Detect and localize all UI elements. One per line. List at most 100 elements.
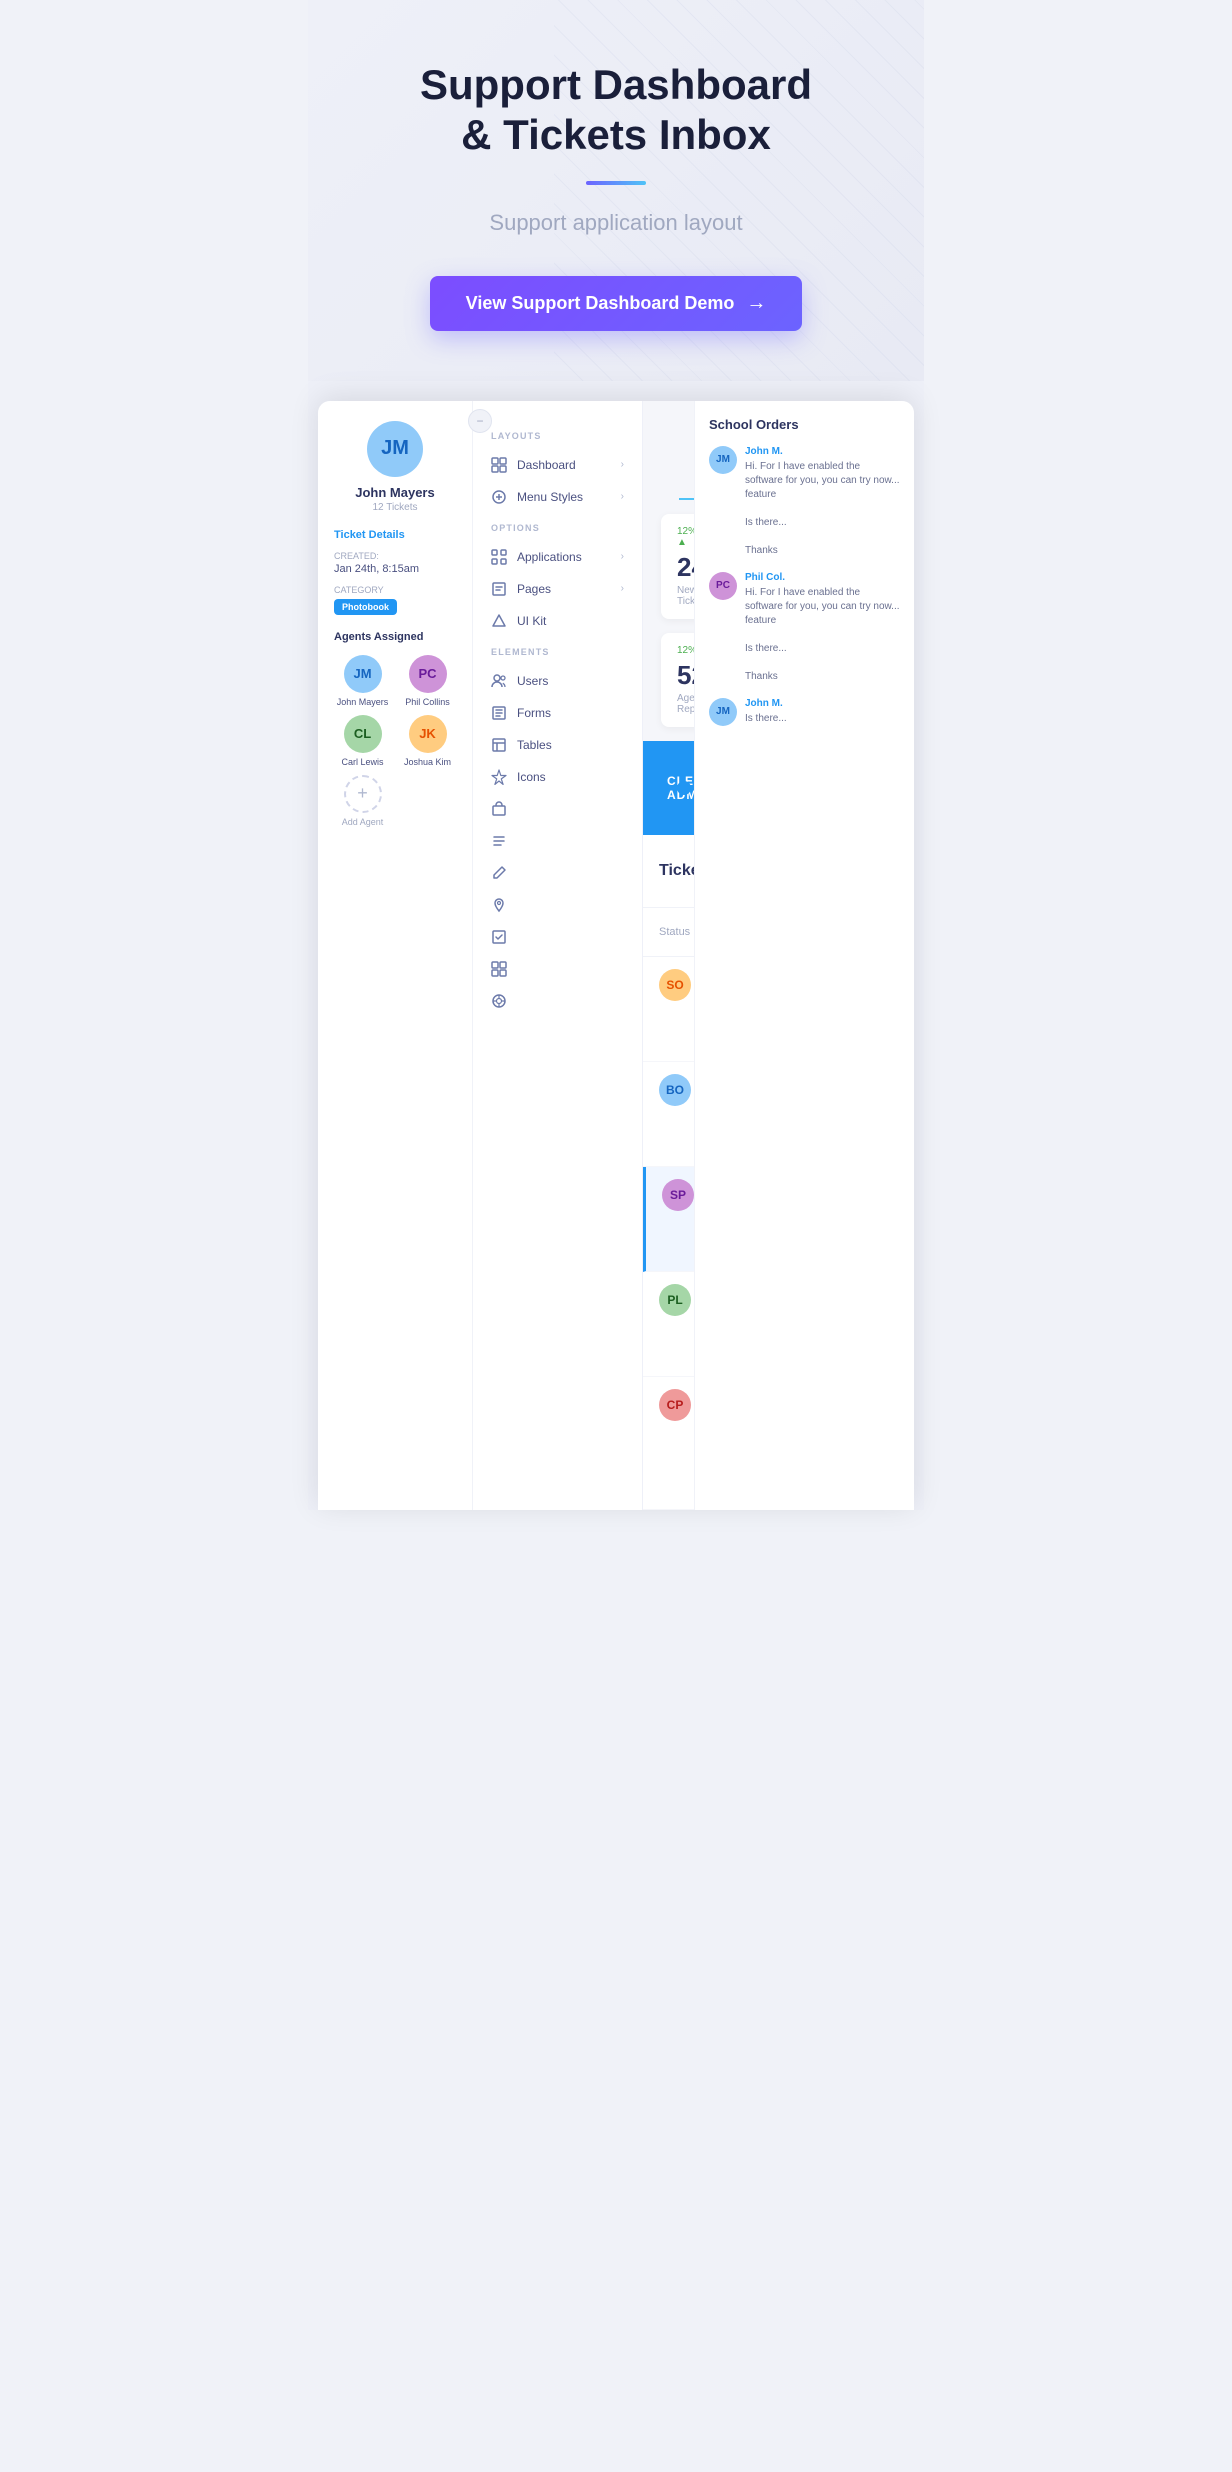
chat-message-0: JM John M. Hi. For I have enabled the so…	[709, 446, 900, 558]
pages-icon	[491, 581, 507, 597]
tickets-panel: CLEAN ADMIN + Mail Sender Product New Ti…	[643, 741, 694, 1510]
sidebar-item-menu-styles[interactable]: Menu Styles ›	[473, 481, 642, 513]
box-icon	[491, 801, 507, 817]
chat-sender-0: John M.	[745, 446, 900, 457]
sidebar-item-extra5[interactable]	[473, 921, 642, 953]
sidebar-item-extra6[interactable]	[473, 953, 642, 985]
sidebar-item-extra1[interactable]	[473, 793, 642, 825]
hero-arrow-icon: →	[746, 292, 766, 315]
sidebar-item-icons[interactable]: Icons	[473, 761, 642, 793]
sidebar-item-users[interactable]: Users	[473, 665, 642, 697]
sidebar-item-applications[interactable]: Applications ›	[473, 541, 642, 573]
hero-title: Support Dashboard & Tickets Inbox	[348, 60, 884, 161]
icons-sidebar-icon	[491, 769, 507, 785]
agent-name-john: John Mayers	[337, 697, 389, 707]
new-tickets-number: 24	[677, 552, 694, 583]
detail-panel: − JM John Mayers 12 Tickets Ticket Detai…	[318, 401, 473, 1510]
sidebar-item-dashboard[interactable]: Dashboard ›	[473, 449, 642, 481]
agent-name-carl: Carl Lewis	[341, 757, 383, 767]
created-label: Created:	[334, 551, 456, 561]
ticket-item-1[interactable]: BO Cafe Bug on package opening I have en…	[643, 1062, 694, 1167]
sidebar-item-ui-kit[interactable]: UI Kit	[473, 605, 642, 637]
location-icon	[491, 897, 507, 913]
applications-icon	[491, 549, 507, 565]
sidebar-forms-label: Forms	[517, 706, 551, 720]
add-agent-label: Add Agent	[342, 817, 384, 827]
chat-sender-2: John M.	[745, 698, 900, 709]
agents-section-title: Agents Assigned	[334, 631, 456, 643]
dashboard-header-wrap: Support Service Dashboard	[643, 401, 694, 500]
ticket-avatar-1: BO	[659, 1074, 691, 1106]
list-icon	[491, 833, 507, 849]
sidebar-tables-label: Tables	[517, 738, 552, 752]
hero-subtitle: Support application layout	[348, 210, 884, 236]
agent-item-carl[interactable]: CL Carl Lewis	[334, 715, 391, 767]
sidebar-applications-label: Applications	[517, 550, 582, 564]
pages-chevron: ›	[621, 583, 624, 594]
dashboard-preview-section: − JM John Mayers 12 Tickets Ticket Detai…	[308, 381, 924, 1510]
tables-icon	[491, 737, 507, 753]
ticket-item-3[interactable]: PL Shopping Portfolio layout broken, hel…	[643, 1272, 694, 1377]
category-label: Category	[334, 585, 456, 595]
agent-name-joshua: Joshua Kim	[404, 757, 451, 767]
chat-avatar-1: PC	[709, 572, 737, 600]
sidebar-item-extra4[interactable]	[473, 889, 642, 921]
sidebar: LAYOUTS Dashboard › Menu Styles ›	[473, 401, 643, 1510]
new-tickets-change: 12% ▲	[677, 526, 694, 548]
dashboard-header-title: Support Service Dashboard	[679, 429, 694, 500]
preview-window: − JM John Mayers 12 Tickets Ticket Detai…	[318, 401, 914, 1510]
add-agent-button[interactable]: + Add Agent	[334, 775, 391, 827]
sidebar-item-extra2[interactable]	[473, 825, 642, 857]
hero-section: Support Dashboard & Tickets Inbox Suppor…	[308, 0, 924, 381]
sidebar-item-forms[interactable]: Forms	[473, 697, 642, 729]
chat-text-2: Is there...	[745, 712, 900, 726]
ticket-item-2[interactable]: SP Restaurants Settings page is not work…	[643, 1167, 694, 1272]
sidebar-dashboard-label: Dashboard	[517, 458, 576, 472]
ticket-avatar-2: SP	[662, 1179, 694, 1211]
sidebar-icons-label: Icons	[517, 770, 546, 784]
grid-icon	[491, 961, 507, 977]
stat-new-tickets: 12% ▲ 24 New Tickets	[661, 514, 694, 619]
agent-avatar-joshua: JK	[409, 715, 447, 753]
ui-kit-icon	[491, 613, 507, 629]
agent-item-john[interactable]: JM John Mayers	[334, 655, 391, 707]
minimize-button[interactable]: −	[468, 409, 492, 433]
hero-cta-button[interactable]: View Support Dashboard Demo →	[430, 276, 803, 331]
user-avatar: JM	[367, 421, 423, 477]
agent-avatar-carl: CL	[344, 715, 382, 753]
detail-avatar-wrap: JM	[334, 421, 456, 477]
forms-icon	[491, 705, 507, 721]
chat-message-2: JM John M. Is there...	[709, 698, 900, 726]
agent-avatar-john: JM	[344, 655, 382, 693]
chat-title: School Orders	[709, 417, 900, 432]
ticket-avatar-0: SO	[659, 969, 691, 1001]
ticket-item-0[interactable]: SO Shopping School Orders I have enabled…	[643, 957, 694, 1062]
agent-item-phil[interactable]: PC Phil Collins	[399, 655, 456, 707]
users-icon	[491, 673, 507, 689]
chat-sender-1: Phil Col.	[745, 572, 900, 583]
status-filter-label: Status	[659, 926, 690, 938]
chat-panel-inner: School Orders JM John M. Hi. For I have …	[695, 401, 914, 756]
stat-agent-replies: 12% ▲ 52 Agent Replies	[661, 633, 694, 727]
sidebar-item-extra3[interactable]	[473, 857, 642, 889]
dashboard-icon	[491, 457, 507, 473]
ticket-item-4[interactable]: CP Groceries Change payment information …	[643, 1377, 694, 1510]
user-name: John Mayers	[334, 485, 456, 500]
chat-avatar-0: JM	[709, 446, 737, 474]
sidebar-item-pages[interactable]: Pages ›	[473, 573, 642, 605]
dashboard-chevron: ›	[621, 459, 624, 470]
new-tickets-label: New Tickets	[677, 585, 694, 607]
sidebar-item-extra7[interactable]	[473, 985, 642, 1017]
sidebar-item-tables[interactable]: Tables	[473, 729, 642, 761]
sidebar-elements-label: ELEMENTS	[473, 647, 642, 657]
user-tickets-count: 12 Tickets	[334, 502, 456, 513]
agent-name-phil: Phil Collins	[405, 697, 450, 707]
add-agent-icon: +	[344, 775, 382, 813]
agent-replies-change: 12% ▲	[677, 645, 694, 656]
sidebar-menu-styles-label: Menu Styles	[517, 490, 583, 504]
agent-replies-label: Agent Replies	[677, 693, 694, 715]
sidebar-options-label: OPTIONS	[473, 523, 642, 533]
chat-message-1: PC Phil Col. Hi. For I have enabled the …	[709, 572, 900, 684]
sidebar-users-label: Users	[517, 674, 548, 688]
agent-item-joshua[interactable]: JK Joshua Kim	[399, 715, 456, 767]
